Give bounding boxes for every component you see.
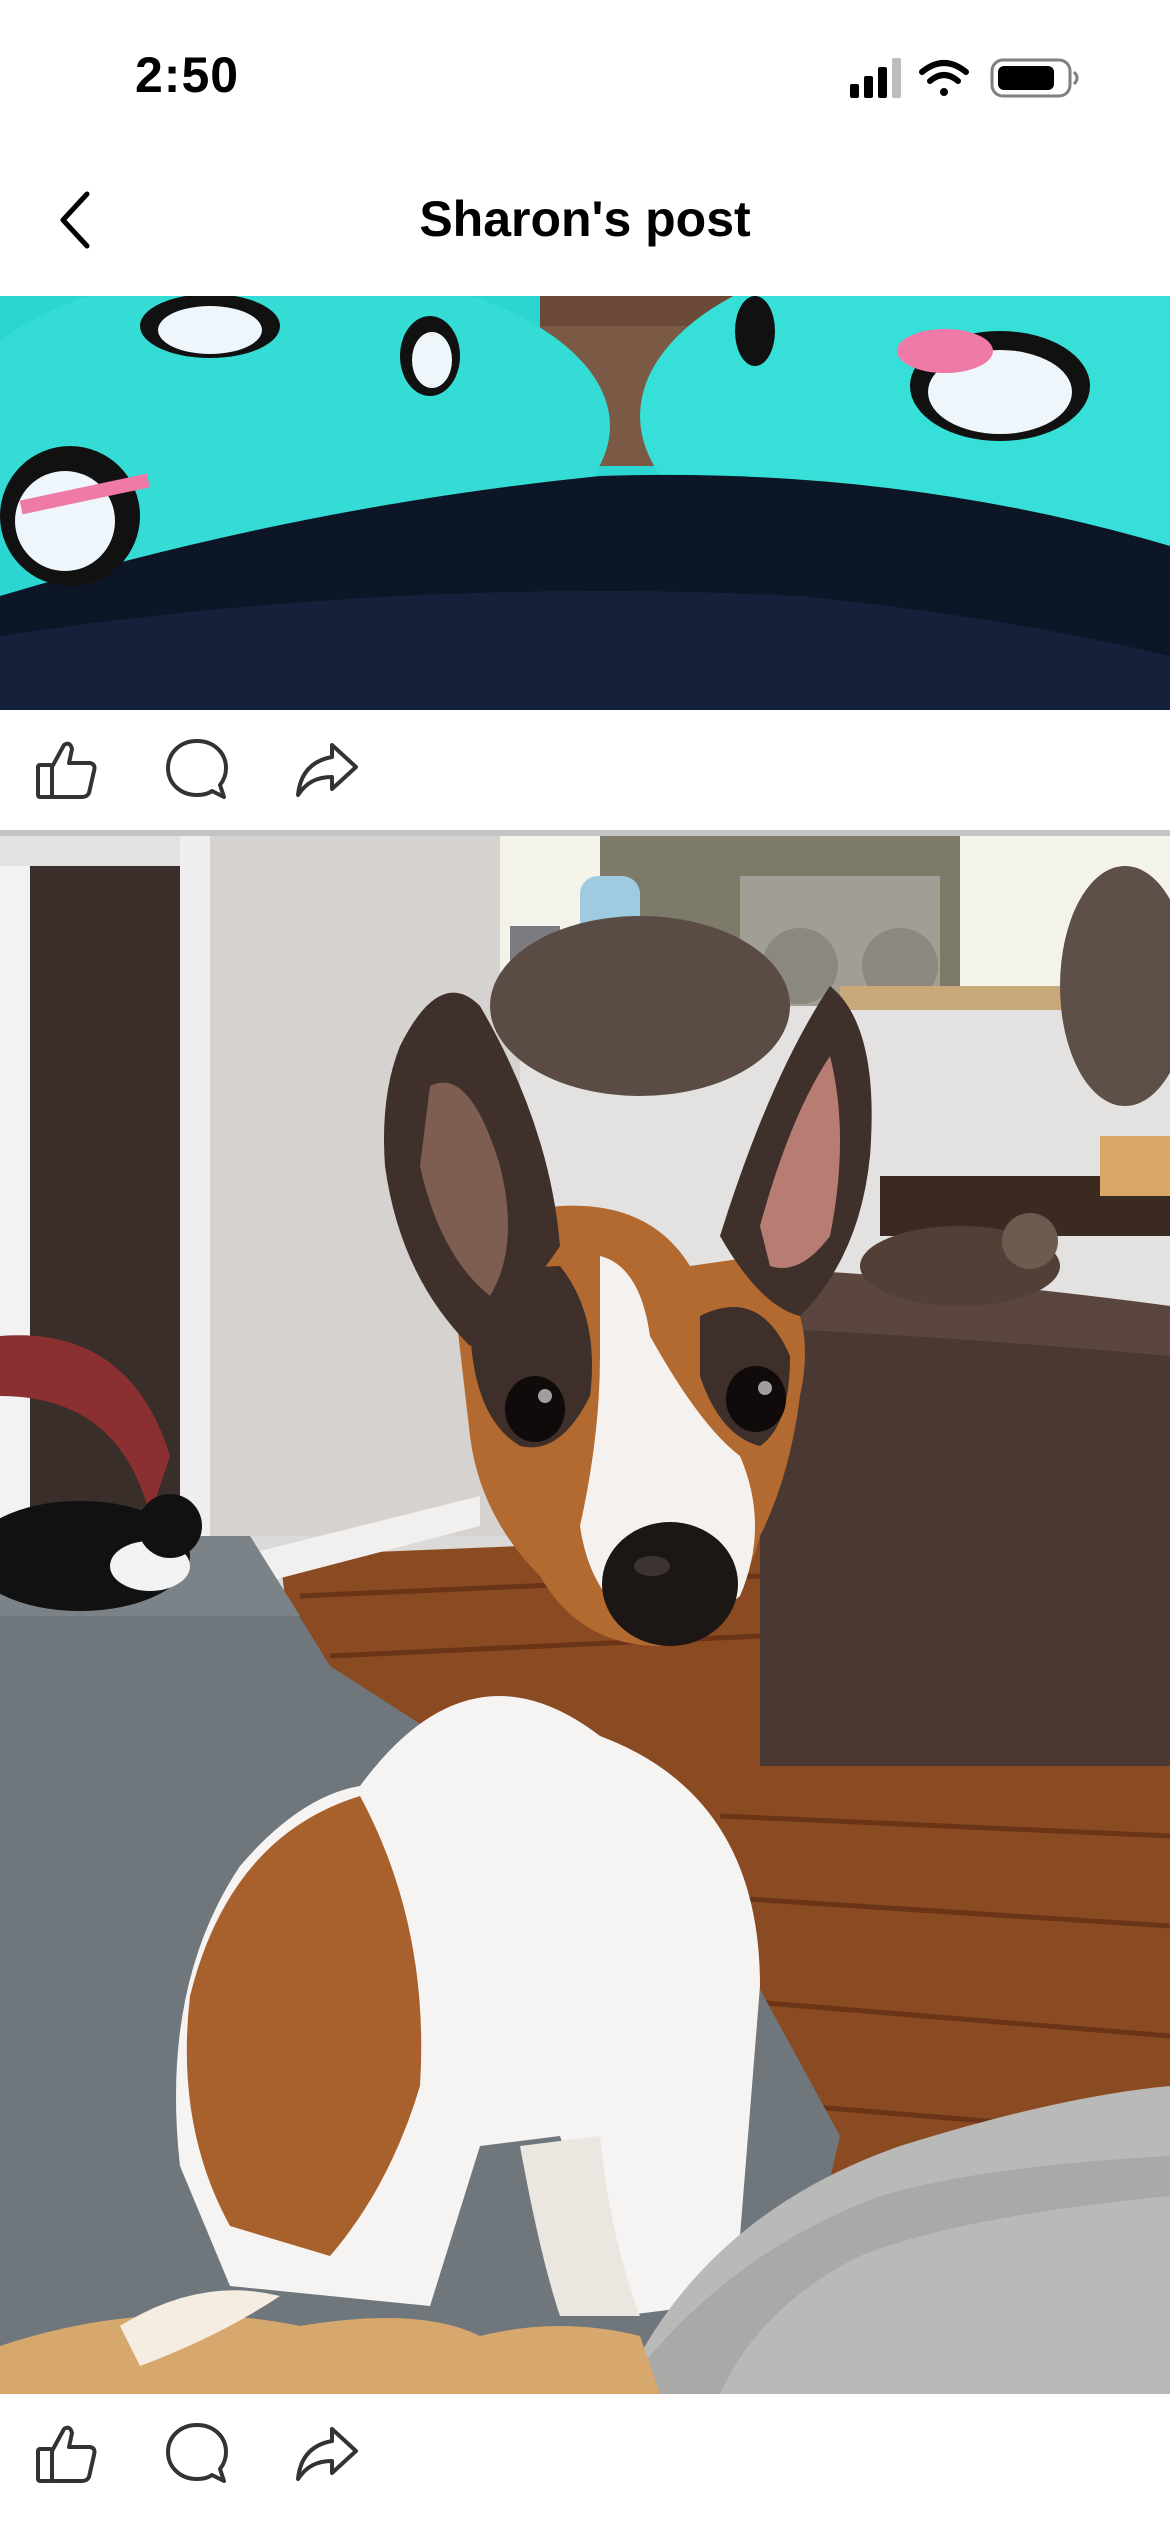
share-icon xyxy=(296,743,358,797)
like-button[interactable] xyxy=(32,735,102,805)
comment-icon xyxy=(166,739,228,799)
status-bar: 2:50 xyxy=(0,0,1170,150)
cellular-signal-icon xyxy=(850,58,901,98)
post-photo-1[interactable] xyxy=(0,296,1170,710)
status-icons xyxy=(850,56,1090,100)
battery-icon xyxy=(990,58,1079,98)
like-button[interactable] xyxy=(32,2419,102,2489)
comment-icon xyxy=(166,2423,228,2483)
post-actions-2 xyxy=(0,2394,1170,2514)
share-button[interactable] xyxy=(292,735,362,805)
like-icon xyxy=(36,741,97,799)
page-title: Sharon's post xyxy=(419,191,751,247)
comment-button[interactable] xyxy=(162,735,232,805)
share-button[interactable] xyxy=(292,2419,362,2489)
post-header: Sharon's post xyxy=(0,150,1170,296)
post-photo-2[interactable] xyxy=(0,836,1170,2394)
status-time: 2:50 xyxy=(135,47,240,103)
post-actions-1 xyxy=(0,710,1170,830)
comment-button[interactable] xyxy=(162,2419,232,2489)
wifi-icon xyxy=(919,60,969,96)
like-icon xyxy=(36,2425,97,2483)
share-icon xyxy=(296,2427,358,2481)
